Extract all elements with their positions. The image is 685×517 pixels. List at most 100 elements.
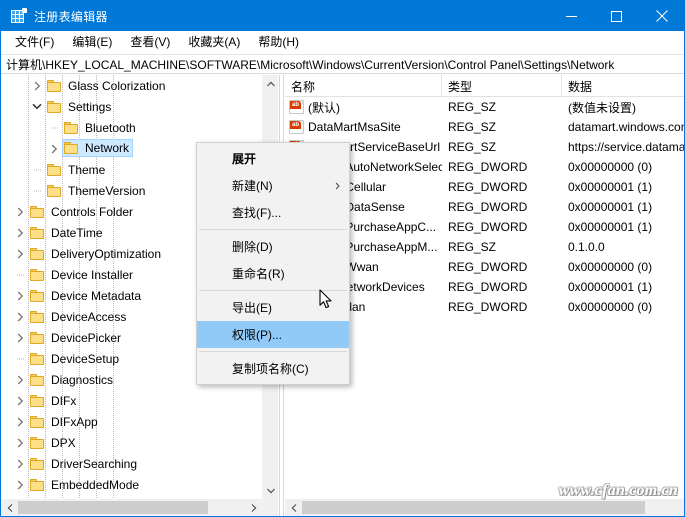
folder-icon: [30, 457, 46, 471]
tree-indent-spacer: [1, 211, 12, 212]
chevron-right-icon[interactable]: [12, 435, 28, 451]
minimize-button[interactable]: [549, 1, 594, 31]
chevron-right-icon[interactable]: [12, 309, 28, 325]
value-type: REG_DWORD: [442, 280, 562, 294]
tree-item-label: DateTime: [51, 225, 103, 241]
list-scroll-left-button[interactable]: [285, 499, 302, 516]
menu-bar: 文件(F) 编辑(E) 查看(V) 收藏夹(A) 帮助(H): [1, 31, 684, 54]
chevron-right-icon[interactable]: [29, 78, 45, 94]
tree-indent-spacer: [1, 85, 29, 86]
title-bar[interactable]: 注册表编辑器: [1, 1, 684, 31]
chevron-down-icon[interactable]: [29, 99, 45, 115]
chevron-right-icon[interactable]: [12, 477, 28, 493]
ctx-new[interactable]: 新建(N): [197, 172, 349, 199]
tree-item-bluetooth[interactable]: Bluetooth: [1, 117, 262, 138]
window-controls: [549, 1, 684, 31]
folder-icon: [30, 247, 46, 261]
tree-leaf-connector: [12, 351, 28, 367]
tree-indent-spacer: [1, 169, 29, 170]
tree-item-label: DeviceSetup: [51, 351, 119, 367]
tree-item-dpx[interactable]: DPX: [1, 432, 262, 453]
ctx-find[interactable]: 查找(F)...: [197, 199, 349, 226]
tree-item-label: DeviceAccess: [51, 309, 126, 325]
tree-item-difxapp[interactable]: DIFxApp: [1, 411, 262, 432]
tree-item-label: Controls Folder: [51, 204, 133, 220]
value-data: 0x00000000 (0): [562, 260, 684, 274]
tree-scroll-up-button[interactable]: [262, 75, 279, 92]
tree-item-difx[interactable]: DIFx: [1, 390, 262, 411]
value-row[interactable]: abDataMartMsaSiteREG_SZdatamart.windows.…: [285, 117, 684, 137]
context-menu[interactable]: 展开新建(N) 查找(F)... 删除(D) 重命名(R) 导出(E) 权限(P)... 复…: [196, 142, 350, 385]
folder-icon: [64, 121, 80, 135]
tree-scroll-left-button[interactable]: [1, 499, 18, 516]
list-column-headers: 名称 类型 数据: [285, 75, 684, 97]
menu-view[interactable]: 查看(V): [121, 30, 179, 54]
list-hscroll-thumb[interactable]: [302, 501, 645, 514]
tree-leaf-connector: [29, 162, 45, 178]
chevron-right-icon[interactable]: [12, 393, 28, 409]
tree-item-settings[interactable]: Settings: [1, 96, 262, 117]
folder-icon: [30, 331, 46, 345]
menu-item-label: 查找(F)...: [232, 204, 281, 221]
value-row[interactable]: ab(默认)REG_SZ(数值未设置): [285, 97, 684, 117]
column-header-type[interactable]: 类型: [442, 75, 562, 97]
ctx-expand[interactable]: 展开: [197, 145, 349, 172]
ctx-export[interactable]: 导出(E): [197, 294, 349, 321]
tree-indent-spacer: [1, 127, 46, 128]
chevron-right-icon[interactable]: [12, 372, 28, 388]
tree-hscroll-thumb[interactable]: [18, 501, 208, 514]
chevron-right-icon[interactable]: [46, 141, 62, 157]
string-value-icon: ab: [289, 120, 304, 134]
close-button[interactable]: [639, 1, 684, 31]
ctx-rename[interactable]: 重命名(R): [197, 260, 349, 287]
chevron-right-icon[interactable]: [12, 225, 28, 241]
tree-scroll-right-button[interactable]: [245, 499, 262, 516]
tree-item-label: Settings: [68, 99, 111, 115]
list-horizontal-scrollbar[interactable]: [285, 499, 684, 516]
value-type: REG_SZ: [442, 140, 562, 154]
menu-item-label: 导出(E): [232, 299, 272, 316]
tree-item-label: Network: [85, 140, 129, 156]
ctx-copy-key-name[interactable]: 复制项名称(C): [197, 355, 349, 382]
value-data: 0x00000001 (1): [562, 220, 684, 234]
maximize-button[interactable]: [594, 1, 639, 31]
tree-item-label: Bluetooth: [85, 120, 136, 136]
tree-indent-spacer: [1, 400, 12, 401]
tree-horizontal-scrollbar[interactable]: [1, 499, 262, 516]
value-data: 0x00000001 (1): [562, 280, 684, 294]
chevron-right-icon[interactable]: [12, 414, 28, 430]
tree-item-label: Device Metadata: [51, 288, 141, 304]
menu-item-label: 删除(D): [232, 238, 273, 255]
tree-leaf-connector: [12, 267, 28, 283]
ctx-delete[interactable]: 删除(D): [197, 233, 349, 260]
address-bar[interactable]: 计算机\HKEY_LOCAL_MACHINE\SOFTWARE\Microsof…: [1, 54, 684, 74]
chevron-right-icon[interactable]: [12, 204, 28, 220]
tree-item-glass-colorization[interactable]: Glass Colorization: [1, 75, 262, 96]
value-data: https://service.datamart: [562, 140, 684, 154]
folder-icon: [30, 289, 46, 303]
column-header-data[interactable]: 数据: [562, 75, 684, 97]
menu-favorites[interactable]: 收藏夹(A): [179, 30, 249, 54]
menu-help[interactable]: 帮助(H): [249, 30, 308, 54]
string-value-icon: ab: [289, 100, 304, 114]
folder-icon: [30, 436, 46, 450]
chevron-right-icon[interactable]: [12, 288, 28, 304]
tree-item-driversearching[interactable]: DriverSearching: [1, 453, 262, 474]
chevron-right-icon[interactable]: [12, 330, 28, 346]
chevron-right-icon[interactable]: [12, 456, 28, 472]
tree-indent-spacer: [1, 421, 12, 422]
menu-edit[interactable]: 编辑(E): [63, 30, 121, 54]
tree-indent-spacer: [1, 274, 12, 275]
folder-icon: [30, 373, 46, 387]
value-type: REG_SZ: [442, 100, 562, 114]
chevron-right-icon[interactable]: [12, 246, 28, 262]
folder-icon: [30, 268, 46, 282]
ctx-permissions[interactable]: 权限(P)...: [197, 321, 349, 348]
folder-icon: [30, 394, 46, 408]
menu-item-label: 重命名(R): [232, 265, 285, 282]
folder-icon: [47, 184, 63, 198]
tree-item-embeddedmode[interactable]: EmbeddedMode: [1, 474, 262, 495]
column-header-name[interactable]: 名称: [285, 75, 442, 97]
tree-scroll-down-button[interactable]: [262, 482, 279, 499]
menu-file[interactable]: 文件(F): [6, 30, 63, 54]
